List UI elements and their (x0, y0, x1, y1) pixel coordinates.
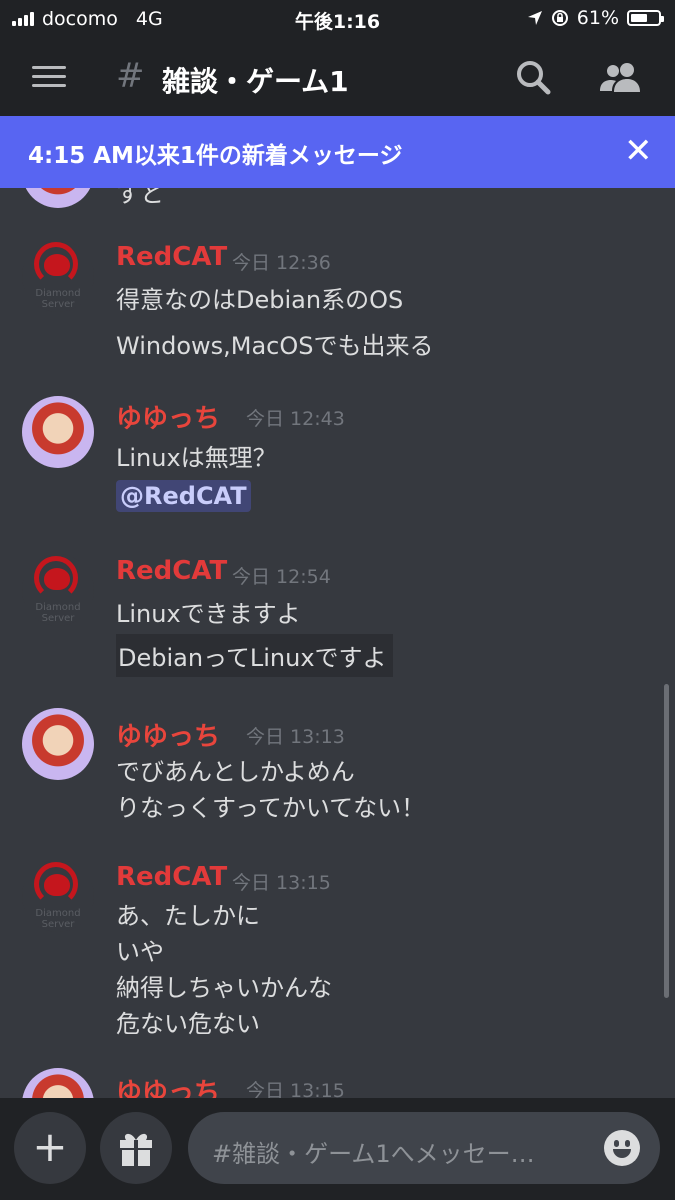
status-bar: docomo 4G 午後1:16 61% (0, 0, 675, 38)
avatar[interactable] (22, 188, 94, 208)
scrollbar[interactable] (664, 684, 669, 998)
avatar[interactable] (22, 708, 94, 780)
message-line: でびあんとしかよめん (116, 758, 355, 786)
message-author[interactable]: ゆゆっち (116, 716, 220, 753)
search-icon[interactable] (514, 58, 554, 98)
channel-header: # 雑談・ゲーム1 (0, 38, 675, 116)
avatar-label: Diamond Server (35, 908, 81, 930)
message-line: りなっくすってかいてない！ (116, 794, 426, 822)
message-timestamp: 今日 12:36 (232, 252, 331, 274)
avatar[interactable] (22, 396, 94, 468)
avatar[interactable]: Diamond Server (22, 240, 94, 312)
message-line: あ、たしかに (116, 902, 260, 930)
message-author[interactable]: RedCAT (116, 862, 227, 892)
battery-icon (627, 10, 664, 26)
channel-title: 雑談・ゲーム1 (162, 65, 349, 98)
location-icon (527, 11, 542, 25)
menu-icon[interactable] (32, 66, 68, 88)
message-line-wrap: @RedCAT (116, 480, 251, 512)
message-list[interactable]: すと Diamond Server RedCAT 今日 12:36 得意なのはD… (0, 188, 675, 1098)
message-author[interactable]: RedCAT (116, 242, 227, 272)
add-attachment-button[interactable]: + (14, 1112, 86, 1184)
avatar-label: Diamond Server (35, 288, 81, 310)
message-timestamp: 今日 12:54 (232, 566, 331, 588)
message-timestamp: 今日 13:15 (246, 1080, 345, 1098)
message-line: Linuxできますよ (116, 600, 301, 628)
channel-hash-icon: # (116, 56, 145, 96)
battery-percent: 61% (576, 7, 619, 29)
message-input[interactable]: #雑談・ゲーム1へメッセー… (188, 1112, 660, 1184)
avatar[interactable]: Diamond Server (22, 860, 94, 932)
user-mention[interactable]: @RedCAT (116, 480, 251, 512)
message-author[interactable]: ゆゆっち (116, 398, 220, 435)
message-timestamp: 今日 12:43 (246, 408, 345, 430)
message-author[interactable]: ゆゆっち (116, 1072, 220, 1098)
message-line: 納得しちゃいかんな (116, 974, 332, 1002)
message-line: DebianってLinuxですよ (116, 634, 393, 677)
gift-button[interactable] (100, 1112, 172, 1184)
message-timestamp: 今日 13:15 (232, 872, 331, 894)
avatar-label: Diamond Server (35, 602, 81, 624)
message-input-placeholder: #雑談・ゲーム1へメッセー… (212, 1140, 535, 1168)
message-line: Linuxは無理？ (116, 444, 277, 472)
members-icon[interactable] (598, 58, 644, 98)
rotation-lock-icon (551, 10, 568, 26)
avatar[interactable] (22, 1068, 94, 1098)
new-messages-banner[interactable]: 4:15 AM以来1件の新着メッセージ ✕ (0, 116, 675, 188)
close-icon[interactable]: ✕ (624, 134, 653, 168)
plus-icon: + (32, 1122, 68, 1171)
message-line: 得意なのはDebian系のOS (116, 286, 404, 314)
message-line: 危ない危ない (116, 1010, 260, 1038)
emoji-icon[interactable] (604, 1130, 640, 1166)
gift-icon (120, 1133, 152, 1166)
banner-text: 4:15 AM以来1件の新着メッセージ (28, 143, 403, 169)
message-timestamp: 今日 13:13 (246, 726, 345, 748)
avatar[interactable]: Diamond Server (22, 554, 94, 626)
message-line: Windows,MacOSでも出来る (116, 332, 434, 360)
message-composer: + #雑談・ゲーム1へメッセー… (0, 1098, 675, 1200)
status-right: 61% (527, 7, 664, 29)
message-author[interactable]: RedCAT (116, 556, 227, 586)
message-line: いや (116, 938, 164, 966)
message-line: すと (116, 188, 164, 208)
